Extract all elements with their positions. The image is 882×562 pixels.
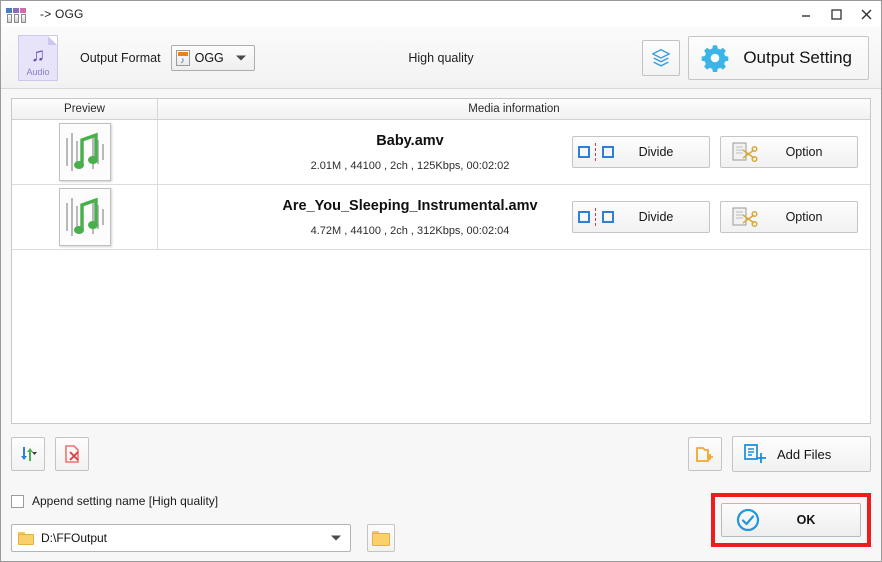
file-meta: 4.72M , 44100 , 2ch , 312Kbps, 00:02:04 <box>310 224 510 237</box>
ok-button[interactable]: OK <box>721 503 861 537</box>
ok-label: OK <box>796 513 816 527</box>
divide-label: Divide <box>638 210 674 224</box>
row-actions: Divide Option <box>572 201 870 233</box>
output-format-value: OGG <box>194 50 224 65</box>
add-controls-group: Add Files <box>688 436 871 472</box>
file-name: Are_You_Sleeping_Instrumental.amv <box>282 197 538 214</box>
format-file-icon: ♪ <box>175 49 190 66</box>
file-meta: 2.01M , 44100 , 2ch , 125Kbps, 00:02:02 <box>310 159 510 172</box>
scissors-document-icon <box>721 206 767 228</box>
option-label: Option <box>785 145 823 159</box>
gear-icon <box>702 44 729 72</box>
top-toolbar: ♫ Audio Output Format ♪ OGG High quality <box>1 27 881 89</box>
media-information-cell: Are_You_Sleeping_Instrumental.amv 4.72M … <box>158 185 572 249</box>
add-folder-icon <box>695 446 713 462</box>
media-type-badge[interactable]: ♫ Audio <box>18 34 58 81</box>
toolbar-right-group: Output Setting <box>642 35 869 80</box>
option-button[interactable]: Option <box>720 201 858 233</box>
output-path-select[interactable]: D:\FFOutput <box>11 524 351 552</box>
media-type-label: Audio <box>26 66 50 77</box>
append-setting-checkbox[interactable] <box>11 494 24 508</box>
title-bar: -> OGG <box>1 1 881 27</box>
three-people-icon <box>6 5 28 23</box>
media-information-cell: Baby.amv 2.01M , 44100 , 2ch , 125Kbps, … <box>158 120 572 184</box>
divide-button[interactable]: Divide <box>572 136 710 168</box>
minimize-icon[interactable] <box>791 1 821 27</box>
audio-waveform-file-icon <box>58 188 111 246</box>
add-files-label: Add Files <box>777 446 832 462</box>
column-header-preview: Preview <box>12 99 158 119</box>
application-window: -> OGG ♫ Audio Output Format ♪ OGG High … <box>0 0 882 562</box>
add-files-button[interactable]: Add Files <box>732 436 871 472</box>
output-path-value: D:\FFOutput <box>41 531 108 545</box>
remove-file-icon <box>65 445 79 463</box>
file-name: Baby.amv <box>376 132 444 149</box>
bottom-bar: Add Files Append setting name [High qual… <box>1 424 881 561</box>
output-setting-button[interactable]: Output Setting <box>688 35 869 80</box>
table-row[interactable]: Baby.amv 2.01M , 44100 , 2ch , 125Kbps, … <box>12 120 870 185</box>
option-button[interactable]: Option <box>720 136 858 168</box>
table-row[interactable]: Are_You_Sleeping_Instrumental.amv 4.72M … <box>12 185 870 250</box>
maximize-icon[interactable] <box>821 1 851 27</box>
output-format-label: Output Format <box>80 50 161 65</box>
preview-cell <box>12 185 158 249</box>
layers-button[interactable] <box>642 39 681 76</box>
folder-icon <box>18 531 34 545</box>
divide-button[interactable]: Divide <box>572 201 710 233</box>
window-controls <box>791 1 881 27</box>
preview-cell <box>12 120 158 184</box>
layers-stack-icon <box>652 48 671 67</box>
sort-arrows-icon <box>21 447 37 461</box>
divide-icon <box>573 143 619 161</box>
output-setting-label: Output Setting <box>743 47 852 67</box>
chevron-down-icon <box>235 55 246 60</box>
audio-waveform-file-icon <box>58 123 111 181</box>
browse-folder-button[interactable] <box>367 524 395 552</box>
close-icon[interactable] <box>851 1 881 27</box>
add-document-icon <box>733 443 777 466</box>
chevron-down-icon <box>331 535 341 541</box>
row-actions: Divide Option <box>572 136 870 168</box>
file-list-header: Preview Media information <box>12 99 870 120</box>
window-title: -> OGG <box>40 7 84 21</box>
check-circle-icon <box>722 507 774 533</box>
add-folder-button[interactable] <box>688 437 722 471</box>
sort-button[interactable] <box>11 437 45 471</box>
divide-icon <box>573 208 619 226</box>
music-note-icon: ♫ <box>30 44 46 66</box>
ok-button-highlight: OK <box>711 493 871 547</box>
file-list-panel: Preview Media information Baby.amv 2.01M… <box>11 98 871 424</box>
append-setting-label: Append setting name [High quality] <box>32 494 219 508</box>
output-format-select[interactable]: ♪ OGG <box>170 44 255 71</box>
remove-file-button[interactable] <box>55 437 89 471</box>
folder-icon <box>372 530 390 546</box>
scissors-document-icon <box>721 141 767 163</box>
option-label: Option <box>785 210 823 224</box>
divide-label: Divide <box>638 145 674 159</box>
column-header-media-information: Media information <box>468 103 560 115</box>
bottom-button-row: Add Files <box>11 436 871 472</box>
